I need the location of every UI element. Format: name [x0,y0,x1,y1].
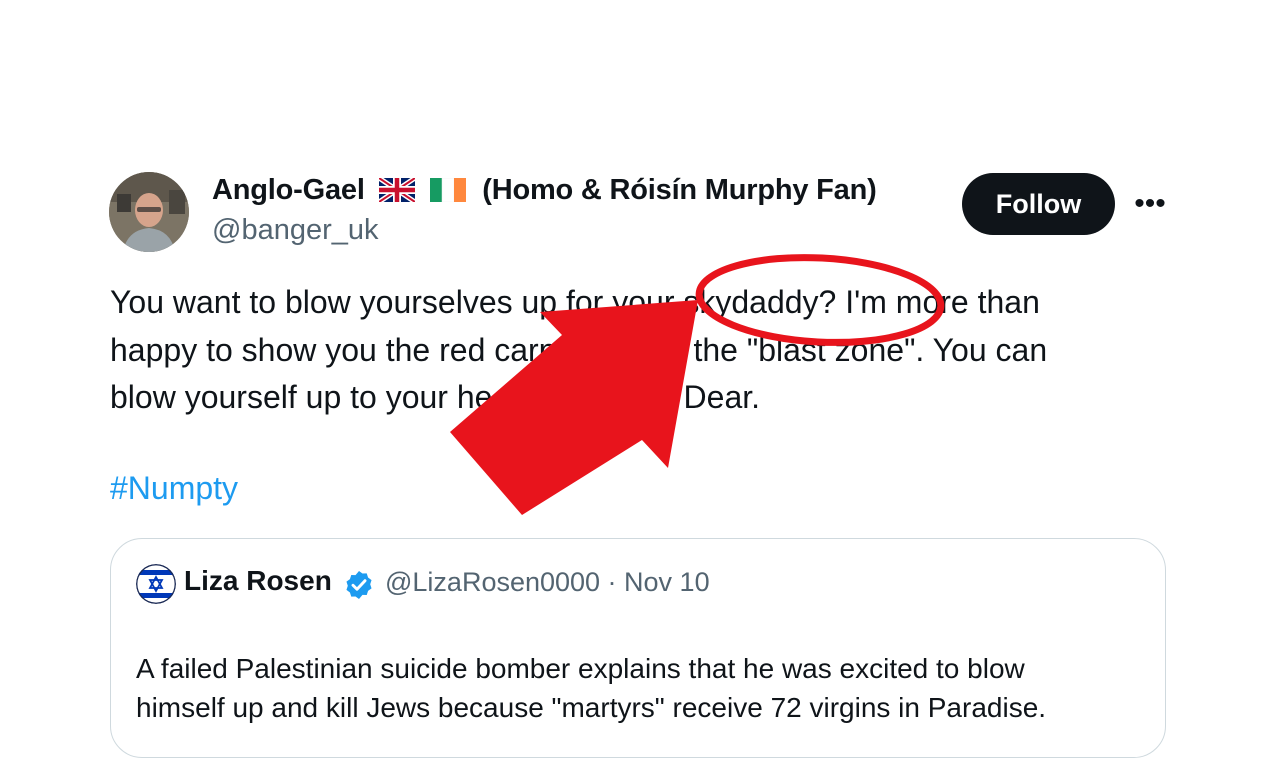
quoted-line: himself up and kill Jews because "martyr… [136,692,1047,723]
quoted-tweet-text: A failed Palestinian suicide bomber expl… [136,649,1146,727]
quoted-author-name[interactable]: Liza Rosen [184,565,332,597]
quoted-handle-date: @LizaRosen0000 · Nov 10 [385,567,710,597]
quoted-avatar[interactable] [136,564,176,604]
uk-flag-icon [377,175,416,210]
verified-badge-icon [346,571,372,599]
author-display-name[interactable]: Anglo-Gael (Homo & Róisín Murphy Fan) [212,174,877,210]
tweet-line: You want to blow yourselves up for your … [110,284,1040,320]
display-name-text: Anglo-Gael [212,174,365,206]
display-name-suffix: (Homo & Róisín Murphy Fan) [482,174,877,206]
tweet-text: You want to blow yourselves up for your … [110,279,1170,422]
tweet-line: happy to show you the red carpet way to … [110,331,1048,368]
ireland-flag-icon [430,177,467,210]
author-avatar[interactable] [109,172,189,252]
more-options-icon[interactable]: ••• [1132,189,1168,221]
avatar-photo-icon [109,172,189,252]
hashtag-link[interactable]: #Numpty [110,470,238,507]
tweet-line: blow yourself up to your heart's content… [110,379,761,415]
quoted-tweet-card[interactable]: Liza Rosen @LizaRosen0000 · Nov 10 A fai… [110,538,1166,758]
quoted-line: A failed Palestinian suicide bomber expl… [136,653,1025,684]
israel-flag-avatar-icon [136,564,176,604]
follow-button[interactable]: Follow [962,173,1115,235]
author-handle[interactable]: @banger_uk [212,214,379,247]
